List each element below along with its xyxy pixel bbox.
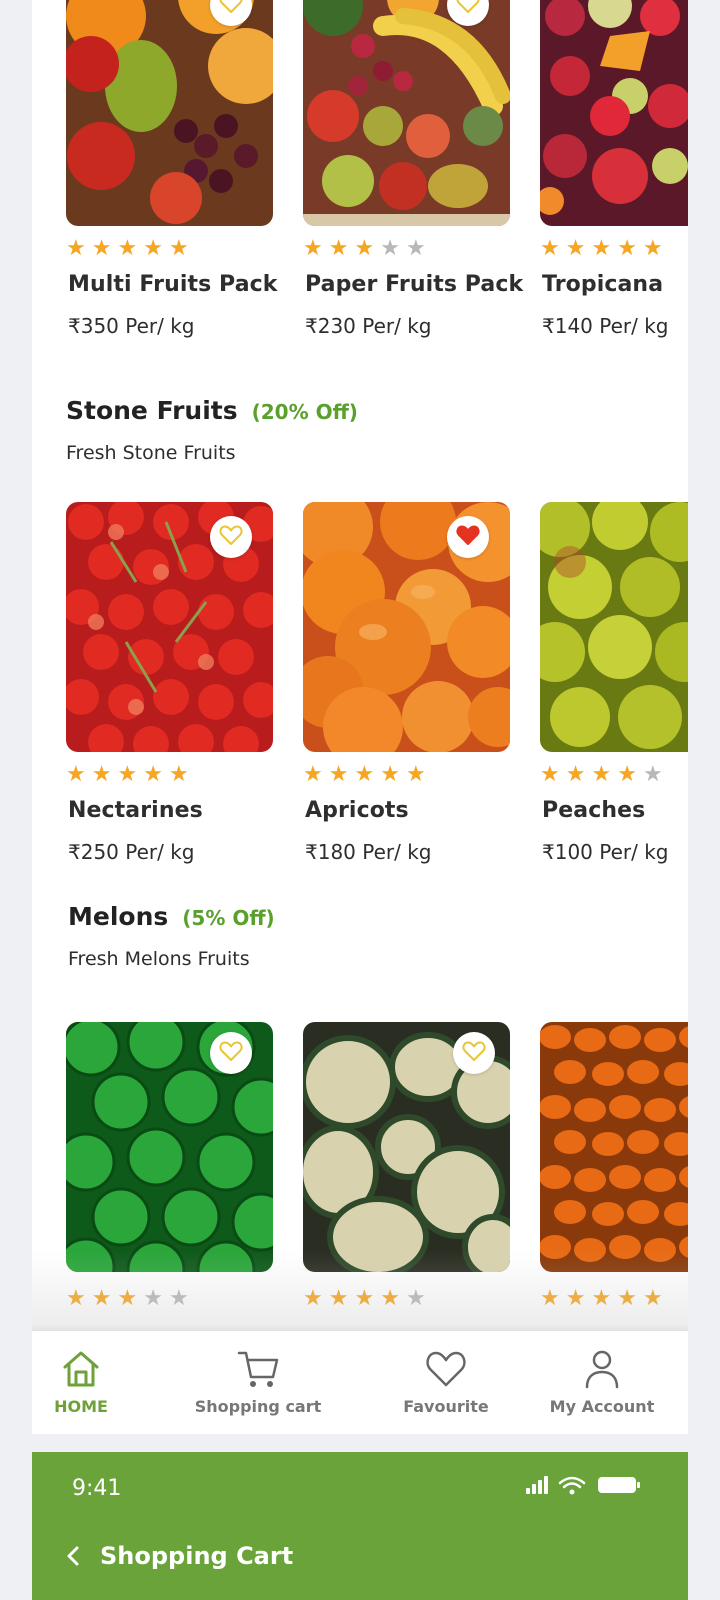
- scroll-fade: [32, 1250, 688, 1330]
- nav-shopping-cart[interactable]: Shopping cart: [178, 1331, 338, 1435]
- star-filled-icon: ★: [354, 762, 375, 787]
- star-filled-icon: ★: [117, 236, 138, 261]
- product-name: Peaches: [542, 798, 646, 823]
- product-image-paper-fruits[interactable]: [303, 0, 510, 226]
- star-filled-icon: ★: [617, 762, 637, 787]
- section-stone: ★ ★ ★ ★ ★ Nectarines ₹250 Per/ kg ★ ★ ★ …: [32, 502, 688, 864]
- favourite-toggle[interactable]: [210, 1032, 252, 1074]
- section-title: Melons (5% Off): [68, 902, 275, 931]
- rating-stars: ★★★★★: [303, 238, 426, 260]
- section-title-text: Melons: [68, 902, 169, 931]
- star-filled-icon: ★: [168, 236, 189, 261]
- rating-stars: ★★★★★: [540, 238, 663, 260]
- star-empty-icon: ★: [642, 762, 663, 787]
- screen-divider: [32, 1434, 688, 1452]
- product-name: Multi Fruits Pack: [68, 272, 278, 297]
- star-filled-icon: ★: [540, 236, 560, 261]
- product-price: ₹140 Per/ kg: [542, 314, 669, 338]
- product-price: ₹350 Per/ kg: [68, 314, 195, 338]
- star-filled-icon: ★: [591, 236, 612, 261]
- rating-stars: ★★★★★: [303, 764, 426, 786]
- wifi-icon: [558, 1476, 586, 1489]
- app-header: 9:41 Shopping Cart: [32, 1452, 688, 1600]
- product-name: Paper Fruits Pack: [305, 272, 524, 297]
- section-subtitle: Fresh Stone Fruits: [66, 442, 236, 464]
- product-image-tropicana[interactable]: [540, 0, 688, 226]
- product-price: ₹230 Per/ kg: [305, 314, 432, 338]
- heart-filled-icon: [456, 524, 480, 550]
- nav-home[interactable]: HOME: [32, 1331, 161, 1435]
- home-icon: [59, 1347, 103, 1391]
- section-top: ★★★★★ Multi Fruits Pack ₹350 Per/ kg: [32, 0, 688, 360]
- user-icon: [580, 1347, 624, 1391]
- nav-my-account-label: My Account: [549, 1397, 655, 1416]
- favourite-toggle[interactable]: [210, 516, 252, 558]
- star-filled-icon: ★: [91, 236, 112, 261]
- cart-icon: [236, 1347, 280, 1391]
- star-filled-icon: ★: [405, 762, 426, 787]
- star-empty-icon: ★: [380, 236, 400, 261]
- favourite-toggle[interactable]: [453, 1032, 495, 1074]
- star-filled-icon: ★: [565, 762, 586, 787]
- product-name: Apricots: [305, 798, 409, 823]
- star-filled-icon: ★: [117, 762, 138, 787]
- heart-outline-icon: [462, 1040, 486, 1066]
- star-filled-icon: ★: [380, 762, 400, 787]
- star-filled-icon: ★: [66, 762, 86, 787]
- section-subtitle: Fresh Melons Fruits: [68, 948, 250, 970]
- product-name: Tropicana: [542, 272, 664, 297]
- heart-outline-icon: [456, 0, 480, 18]
- rating-stars: ★★★★★: [540, 764, 663, 786]
- nav-home-label: HOME: [54, 1397, 108, 1416]
- star-filled-icon: ★: [91, 762, 112, 787]
- favourite-toggle[interactable]: [447, 516, 489, 558]
- section-title: Stone Fruits (20% Off): [66, 396, 358, 425]
- product-name: Nectarines: [68, 798, 203, 823]
- star-filled-icon: ★: [143, 236, 163, 261]
- product-price: ₹250 Per/ kg: [68, 840, 195, 864]
- star-filled-icon: ★: [642, 236, 663, 261]
- product-image-pumpkins[interactable]: [540, 1022, 688, 1272]
- battery-icon: [598, 1477, 640, 1493]
- star-filled-icon: ★: [168, 762, 189, 787]
- heart-outline-icon: [219, 1040, 243, 1066]
- star-filled-icon: ★: [617, 236, 637, 261]
- nav-my-account[interactable]: My Account: [522, 1331, 682, 1435]
- product-image-peaches[interactable]: [540, 502, 688, 752]
- section-title-text: Stone Fruits: [66, 396, 238, 425]
- status-time: 9:41: [72, 1476, 122, 1501]
- star-filled-icon: ★: [303, 762, 323, 787]
- back-arrow-icon[interactable]: [62, 1544, 86, 1568]
- rating-stars: ★★★★★: [66, 764, 189, 786]
- product-feed[interactable]: ★★★★★ Multi Fruits Pack ₹350 Per/ kg: [32, 0, 688, 1330]
- header-title-row: Shopping Cart: [62, 1542, 293, 1570]
- status-icons: [526, 1474, 646, 1502]
- star-filled-icon: ★: [66, 236, 86, 261]
- star-filled-icon: ★: [328, 762, 349, 787]
- rating-stars: ★★★★★: [66, 238, 189, 260]
- star-filled-icon: ★: [591, 762, 612, 787]
- app-screen: ★★★★★ Multi Fruits Pack ₹350 Per/ kg: [32, 0, 688, 1600]
- bottom-navigation: HOME Shopping cart Favourite My Account: [32, 1330, 688, 1434]
- product-image-multi-fruits[interactable]: [66, 0, 273, 226]
- product-price: ₹100 Per/ kg: [542, 840, 669, 864]
- heart-outline-icon: [219, 524, 243, 550]
- star-filled-icon: ★: [565, 236, 586, 261]
- discount-badge: (5% Off): [182, 906, 275, 930]
- star-filled-icon: ★: [540, 762, 560, 787]
- signal-icon: [526, 1476, 548, 1494]
- star-empty-icon: ★: [405, 236, 426, 261]
- star-filled-icon: ★: [143, 762, 163, 787]
- heart-icon: [424, 1347, 468, 1391]
- star-filled-icon: ★: [328, 236, 349, 261]
- heart-outline-icon: [219, 0, 243, 18]
- page-title: Shopping Cart: [100, 1542, 294, 1570]
- nav-favourite[interactable]: Favourite: [366, 1331, 526, 1435]
- discount-badge: (20% Off): [251, 400, 358, 424]
- star-filled-icon: ★: [303, 236, 323, 261]
- nav-favourite-label: Favourite: [403, 1397, 489, 1416]
- star-filled-icon: ★: [354, 236, 375, 261]
- nav-shopping-cart-label: Shopping cart: [194, 1397, 322, 1416]
- product-price: ₹180 Per/ kg: [305, 840, 432, 864]
